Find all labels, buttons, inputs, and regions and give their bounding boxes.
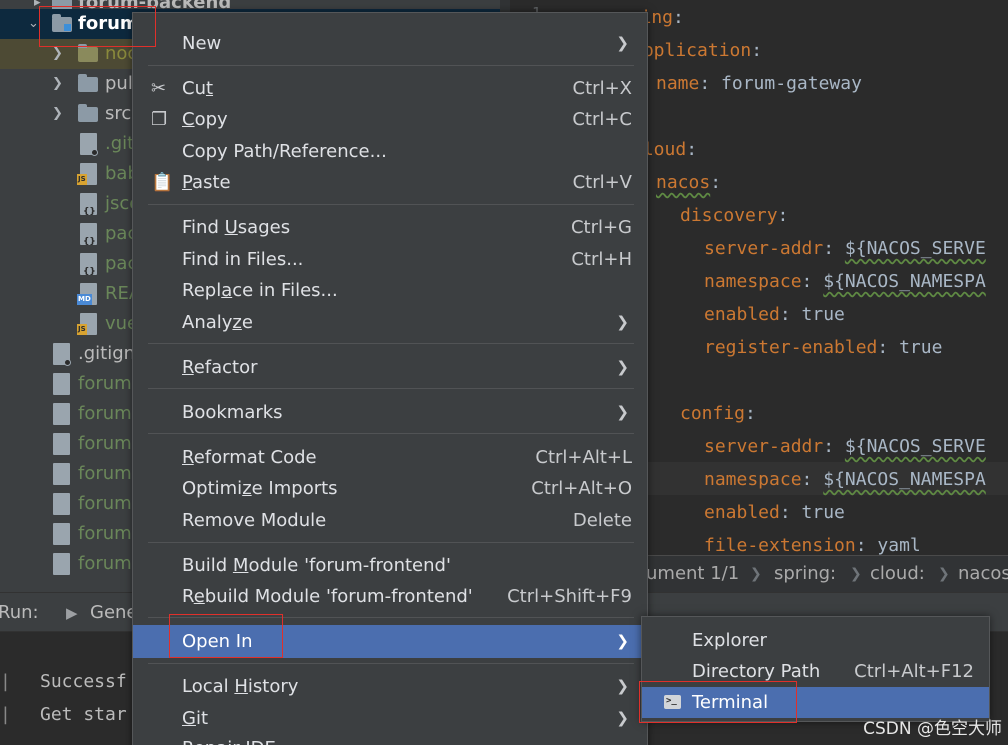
menu-separator <box>148 204 634 205</box>
menu-item-cut[interactable]: ✂ Cut Ctrl+X <box>133 73 647 104</box>
chevron-right-icon: ❯ <box>616 313 629 331</box>
console-gutter-mark: | <box>0 671 11 692</box>
menu-item-copy-path[interactable]: Copy Path/Reference... <box>133 136 647 167</box>
menu-item-new[interactable]: New ❯ <box>133 28 647 59</box>
console-gutter-mark: | <box>0 704 11 725</box>
chevron-right-icon[interactable]: ❯ <box>52 69 63 99</box>
context-menu: New ❯ ✂ Cut Ctrl+X ❐ Copy Ctrl+C Copy Pat… <box>132 12 648 745</box>
menu-item-local-history[interactable]: Local History ❯ <box>133 671 647 702</box>
file-icon <box>53 493 70 515</box>
console-line: Successf <box>40 671 127 692</box>
menu-item-find-usages[interactable]: Find Usages Ctrl+G <box>133 212 647 243</box>
run-label: Run: <box>0 602 39 623</box>
json-file-icon: {} <box>80 253 97 277</box>
code-line: name: forum-gateway <box>656 73 862 94</box>
code-line: server-addr: ${NACOS_SERVE <box>704 436 986 457</box>
menu-item-bookmarks[interactable]: Bookmarks ❯ <box>133 397 647 428</box>
breadcrumb-item[interactable]: spring: <box>774 556 836 592</box>
menu-separator <box>148 433 634 434</box>
menu-item-open-in[interactable]: Open In ❯ <box>133 625 647 658</box>
menu-item-optimize-imports[interactable]: Optimize Imports Ctrl+Alt+O <box>133 473 647 504</box>
file-icon <box>53 433 70 455</box>
menu-separator <box>148 663 634 664</box>
file-icon <box>53 463 70 485</box>
menu-item-replace-in-files[interactable]: Replace in Files... <box>133 275 647 306</box>
run-tab[interactable]: Gene <box>90 593 138 633</box>
menu-separator <box>148 343 634 344</box>
file-icon <box>53 373 70 395</box>
chevron-right-icon: ❯ <box>616 34 629 52</box>
json-file-icon: {} <box>80 193 97 217</box>
gitignore-file-icon <box>80 133 98 156</box>
chevron-right-icon[interactable]: ❯ <box>52 99 63 129</box>
menu-item-find-in-files[interactable]: Find in Files... Ctrl+H <box>133 244 647 275</box>
code-line: nacos: <box>656 172 722 193</box>
watermark: CSDN @色空大师 <box>863 719 1002 739</box>
open-in-submenu: Explorer Directory Path Ctrl+Alt+F12 Ter… <box>641 616 990 722</box>
code-line: discovery: <box>680 205 789 226</box>
module-folder-icon <box>52 14 72 32</box>
chevron-right-icon: ❯ <box>616 632 629 650</box>
file-icon <box>53 403 70 425</box>
menu-item-build-module[interactable]: Build Module 'forum-frontend' <box>133 550 647 581</box>
chevron-right-icon: ❯ <box>616 709 629 727</box>
submenu-item-directory-path[interactable]: Directory Path Ctrl+Alt+F12 <box>642 656 989 687</box>
folder-icon <box>78 74 98 92</box>
menu-item-analyze[interactable]: Analyze ❯ <box>133 307 647 338</box>
clipboard-icon: 📋 <box>151 172 174 193</box>
menu-item-paste[interactable]: 📋 Paste Ctrl+V <box>133 167 647 198</box>
menu-separator <box>148 65 634 66</box>
file-icon <box>53 553 70 575</box>
breadcrumb-document[interactable]: ument 1/1 <box>646 556 739 592</box>
js-file-icon: JS <box>77 163 97 185</box>
menu-separator <box>148 617 634 618</box>
console-line: Get star <box>40 704 127 725</box>
menu-item-git[interactable]: Git ❯ <box>133 703 647 734</box>
code-line: application: <box>632 40 763 61</box>
terminal-icon <box>664 686 681 717</box>
folder-icon <box>78 44 98 62</box>
menu-separator <box>148 542 634 543</box>
menu-item-remove-module[interactable]: Remove Module Delete <box>133 505 647 536</box>
breadcrumb-item[interactable]: cloud: <box>870 556 925 592</box>
file-icon <box>53 523 70 545</box>
breadcrumb-item[interactable]: nacos <box>958 556 1008 592</box>
code-line: file-extension: yaml <box>704 535 921 555</box>
menu-item-reformat-code[interactable]: Reformat Code Ctrl+Alt+L <box>133 442 647 473</box>
code-line: namespace: ${NACOS_NAMESPA <box>704 469 986 490</box>
submenu-item-explorer[interactable]: Explorer <box>642 625 989 656</box>
json-file-icon: {} <box>80 223 97 247</box>
chevron-right-icon: ❯ <box>616 403 629 421</box>
menu-item-rebuild-module[interactable]: Rebuild Module 'forum-frontend' Ctrl+Shi… <box>133 581 647 612</box>
code-line: register-enabled: true <box>704 337 943 358</box>
code-line: config: <box>680 403 756 424</box>
chevron-down-icon[interactable]: ⌄ <box>28 9 39 39</box>
js-file-icon: JS <box>77 313 97 335</box>
chevron-right-icon: ❯ <box>616 677 629 695</box>
play-icon[interactable]: ▶ <box>66 593 78 633</box>
code-line: enabled: true <box>704 304 845 325</box>
folder-icon <box>78 104 98 122</box>
code-line: enabled: true <box>704 502 845 523</box>
markdown-file-icon: MD <box>77 283 97 305</box>
chevron-right-icon: ❯ <box>616 358 629 376</box>
copy-icon: ❐ <box>151 109 168 130</box>
gitignore-file-icon <box>53 343 71 366</box>
menu-item-copy[interactable]: ❐ Copy Ctrl+C <box>133 104 647 135</box>
chevron-right-icon[interactable]: ❯ <box>52 39 63 69</box>
code-line: server-addr: ${NACOS_SERVE <box>704 238 986 259</box>
code-line: namespace: ${NACOS_NAMESPA <box>704 271 986 292</box>
menu-separator <box>148 388 634 389</box>
menu-item-repair-ide[interactable]: Repair IDE <box>133 733 647 745</box>
scissors-icon: ✂ <box>151 78 167 99</box>
menu-item-refactor[interactable]: Refactor ❯ <box>133 352 647 383</box>
